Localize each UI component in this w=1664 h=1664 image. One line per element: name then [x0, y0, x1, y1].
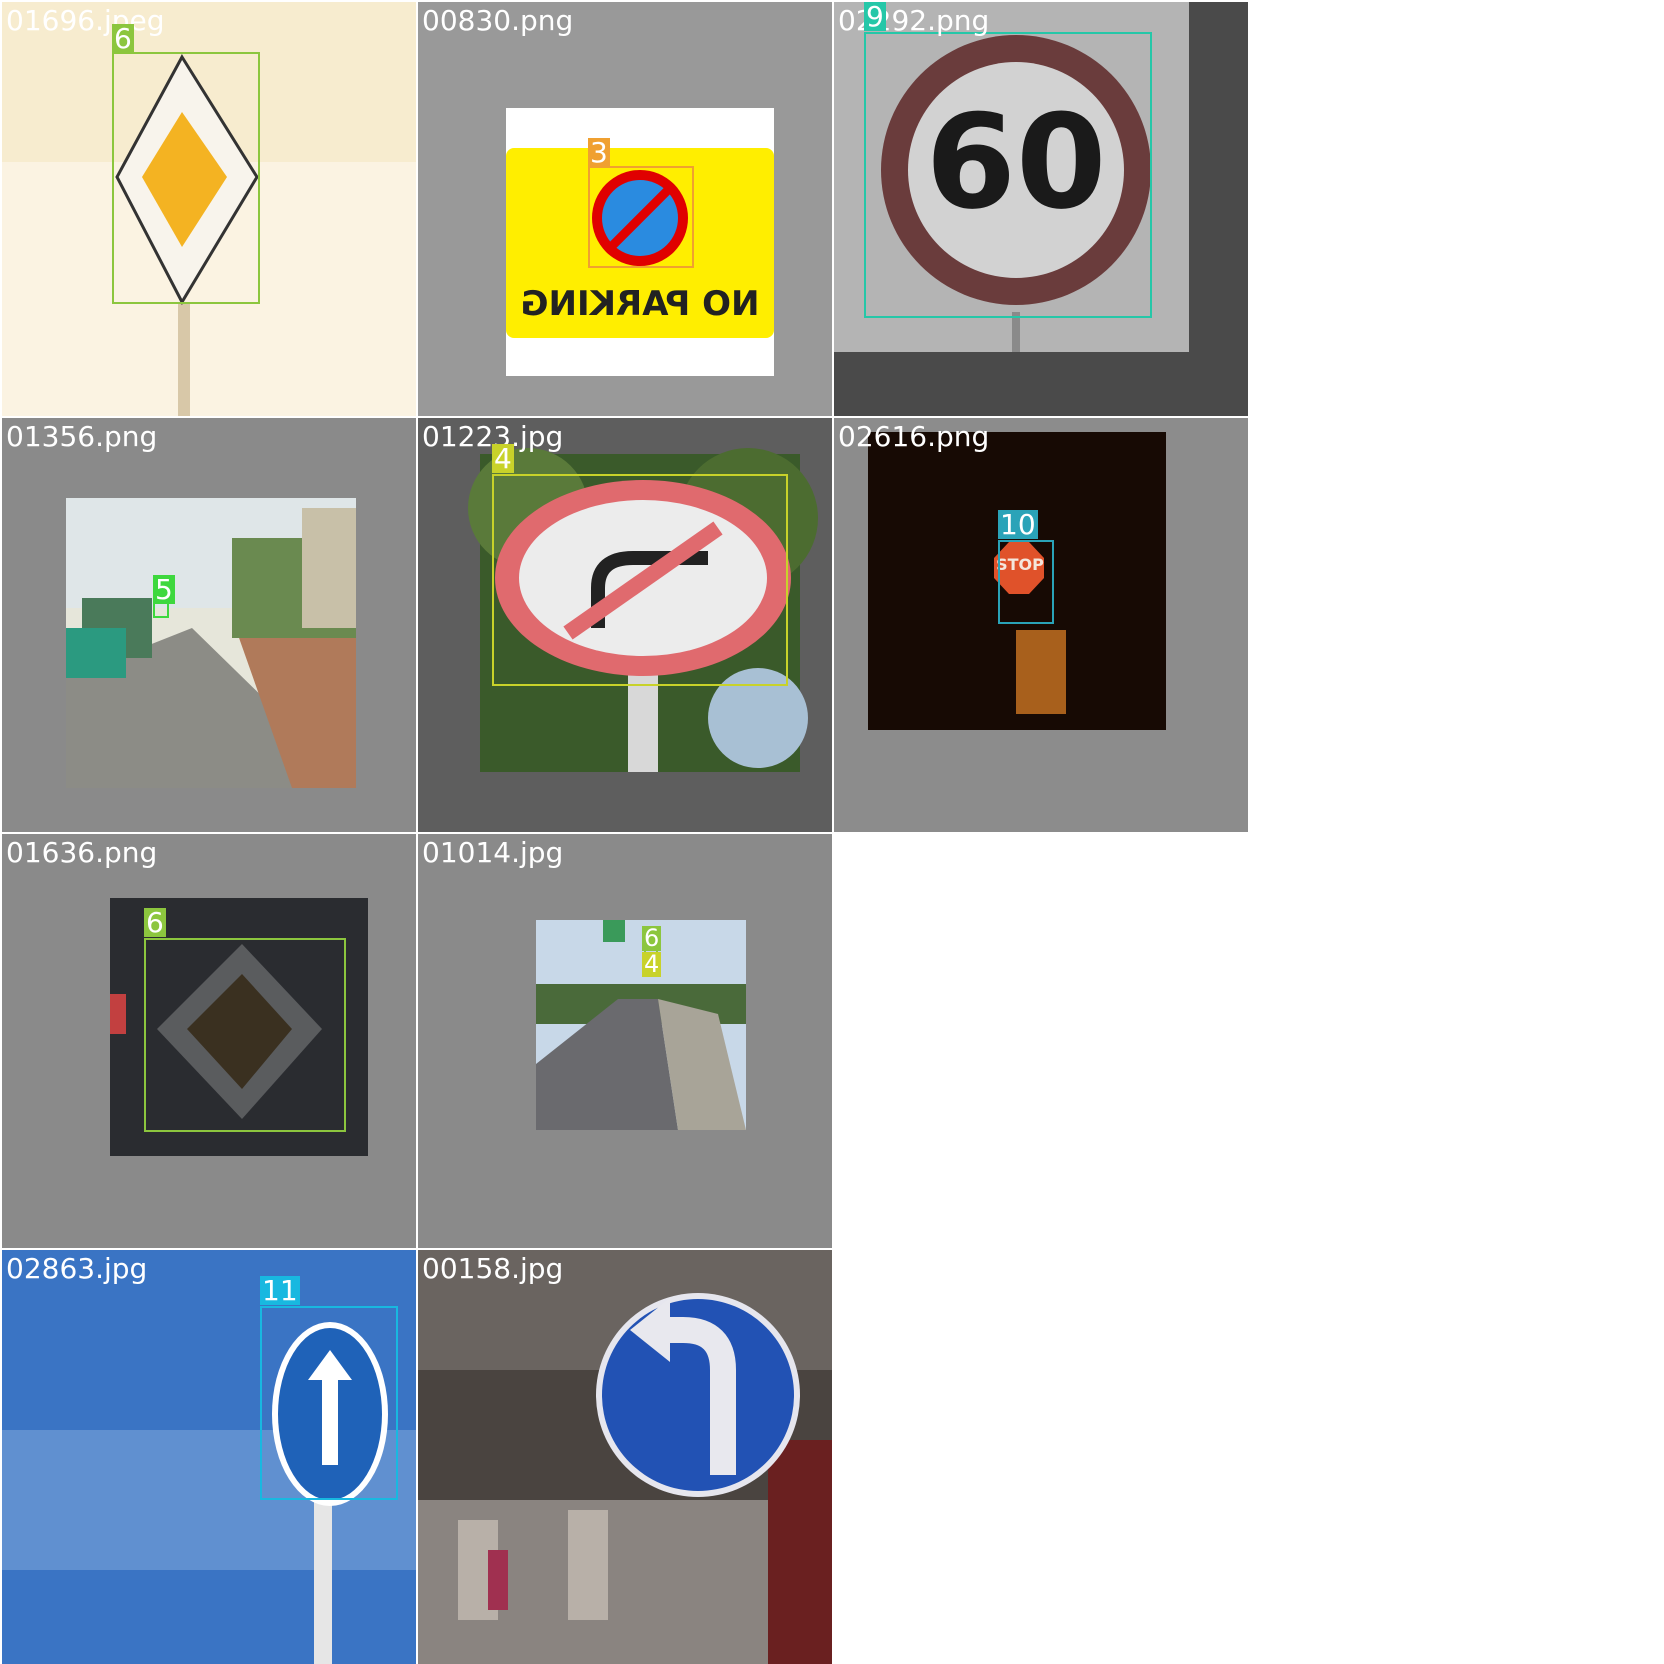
- bbox-label-6: 6: [642, 924, 662, 952]
- filename-label: 01696.jpeg: [6, 4, 165, 37]
- mosaic-tile-02863: 02863.jpg 11: [2, 1250, 416, 1664]
- tile-image-street-scene: [2, 418, 416, 832]
- mosaic-tile-01356: 01356.png 5: [2, 418, 416, 832]
- bbox-class-10: [998, 540, 1054, 624]
- bbox-label-4: 4: [642, 950, 662, 978]
- filename-label: 01356.png: [6, 420, 158, 453]
- filename-label: 02863.jpg: [6, 1252, 148, 1285]
- bbox-class-6: [112, 52, 260, 304]
- mosaic-tile-02292: 60 02292.png 9: [834, 2, 1248, 416]
- bbox-label-11: 11: [260, 1274, 300, 1307]
- bbox-class-6: [144, 938, 346, 1132]
- filename-label: 00158.jpg: [422, 1252, 564, 1285]
- mosaic-tile-00158: 00158.jpg: [418, 1250, 832, 1664]
- bbox-label-5: 5: [153, 573, 175, 606]
- mosaic-tile-01223: 01223.jpg 4: [418, 418, 832, 832]
- bbox-class-11: [260, 1306, 398, 1500]
- mosaic-tile-01014: 01014.jpg 6 4: [418, 834, 832, 1248]
- bbox-class-9: [864, 32, 1152, 318]
- mosaic-tile-01636: 01636.png 6: [2, 834, 416, 1248]
- bbox-class-4: [492, 474, 788, 686]
- filename-label: 01636.png: [6, 836, 158, 869]
- filename-label: 01014.jpg: [422, 836, 564, 869]
- filename-label: 00830.png: [422, 4, 574, 37]
- tile-image-road-scene: [418, 834, 832, 1248]
- bbox-label-6: 6: [144, 906, 166, 939]
- filename-label: 02616.png: [838, 420, 990, 453]
- mosaic-tile-00830: NO PARKING 00830.png 3: [418, 2, 832, 416]
- bbox-label-9: 9: [864, 2, 886, 33]
- mosaic-tile-01696: 01696.jpeg 6: [2, 2, 416, 416]
- sign-text: NO PARKING: [520, 284, 760, 324]
- bbox-label-6: 6: [112, 22, 134, 55]
- tile-image-turn-left-parking: [418, 1250, 832, 1664]
- bbox-label-3: 3: [588, 136, 610, 169]
- bbox-label-10: 10: [998, 508, 1038, 541]
- bbox-class-3: [588, 166, 694, 268]
- tile-image-stop-sign-night: [834, 418, 1248, 832]
- filename-label: 02292.png: [838, 4, 990, 37]
- bbox-label-4: 4: [492, 442, 514, 475]
- mosaic-tile-02616: STOP 02616.png 10: [834, 418, 1248, 832]
